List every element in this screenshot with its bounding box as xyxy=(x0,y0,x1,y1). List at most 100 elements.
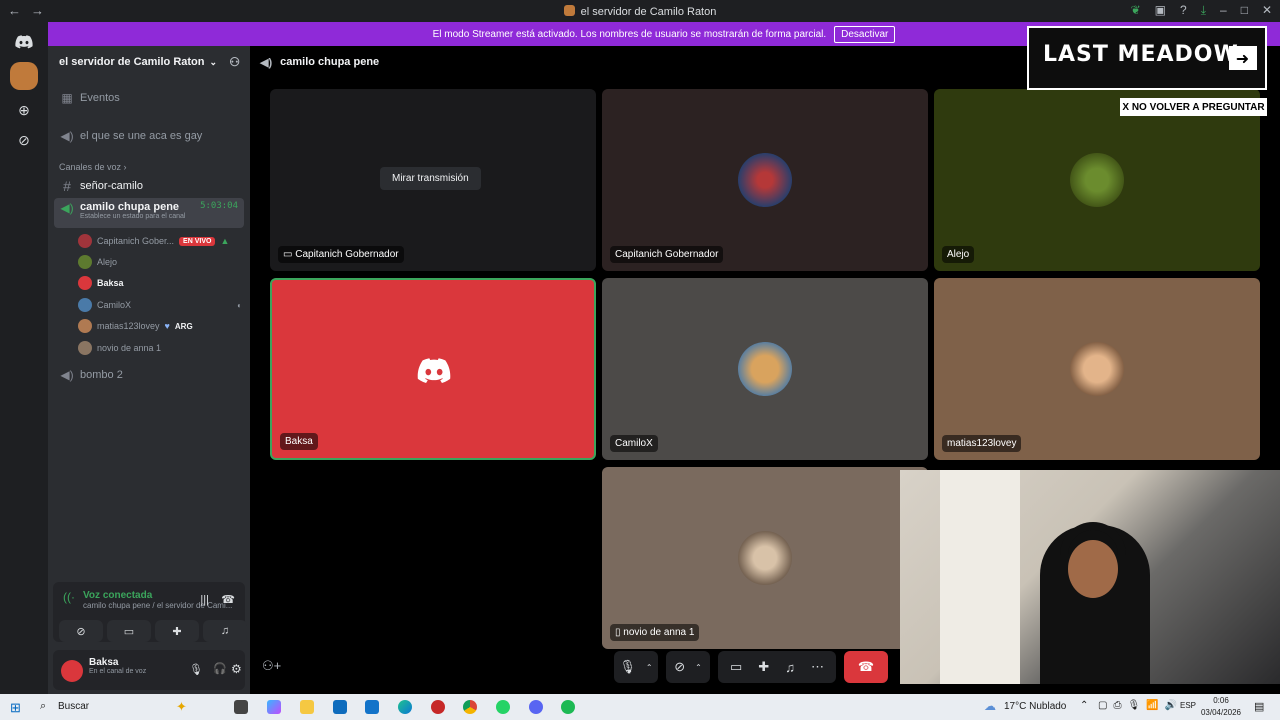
discover-icon[interactable]: ⊘ xyxy=(10,126,38,154)
leaf-icon[interactable]: ❦ xyxy=(1131,3,1141,18)
member-novio[interactable]: novio de anna 1 xyxy=(78,338,242,358)
channel-status[interactable]: Establece un estado para el canal xyxy=(80,213,244,220)
video-tile-capitanich[interactable]: Capitanich Gobernador xyxy=(602,89,928,271)
video-tile-camilox[interactable]: CamiloX xyxy=(602,278,928,460)
camera-toggle-button[interactable]: ⊘ ⌃ xyxy=(666,651,710,683)
calendar-icon: ▦ xyxy=(61,91,73,105)
settings-gear-icon[interactable]: ⚙ xyxy=(231,662,242,676)
weather-text[interactable]: 17°C Nublado xyxy=(1004,701,1066,712)
microphone-icon[interactable]: 🎙 xyxy=(189,663,203,676)
server-header[interactable]: el servidor de Camilo Raton ⌄ ⚇ xyxy=(48,46,250,78)
soundboard-icon[interactable]: ♫ xyxy=(785,660,795,675)
close-icon[interactable]: ✕ xyxy=(1262,3,1272,18)
avatar xyxy=(78,298,92,312)
file-explorer-icon[interactable] xyxy=(300,700,314,714)
user-avatar[interactable] xyxy=(61,660,83,682)
activities-button[interactable]: ✚ xyxy=(155,620,199,642)
taskbar-search[interactable]: Buscar xyxy=(58,701,89,712)
speaker-icon: ◀) xyxy=(60,129,74,143)
avatar xyxy=(1070,342,1124,396)
channel-voice-active[interactable]: ◀) camilo chupa pene 5:03:04 Establece u… xyxy=(54,198,244,228)
avatar xyxy=(78,276,92,290)
voice-status-title: Voz conectada xyxy=(83,590,153,601)
server-name: el servidor de Camilo Raton xyxy=(59,56,205,68)
video-tile-baksa[interactable]: Baksa xyxy=(270,278,596,460)
add-server-icon[interactable]: ⊕ xyxy=(10,96,38,124)
chrome-icon[interactable] xyxy=(463,700,477,714)
video-tile-alejo[interactable]: Alejo xyxy=(934,89,1260,271)
tray-icons[interactable]: ▢⎙🎙📶🔊 xyxy=(1098,700,1183,711)
clock[interactable]: 0:06 03/04/2026 xyxy=(1200,695,1242,719)
tile-label: matias123lovey xyxy=(942,435,1022,452)
ad-title: LAST MEADOW xyxy=(1043,42,1239,67)
tile-label: Baksa xyxy=(280,433,318,450)
disconnect-icon[interactable]: ☎ xyxy=(221,593,235,606)
discord-taskbar-icon[interactable] xyxy=(529,700,543,714)
server-icon xyxy=(563,5,575,16)
headphones-icon[interactable]: 🎧 xyxy=(213,662,227,675)
member-matias[interactable]: matias123lovey ♥ ARG xyxy=(78,316,242,336)
server-avatar[interactable] xyxy=(10,62,38,90)
leave-call-button[interactable]: ☎ xyxy=(843,651,888,683)
disable-streamer-button[interactable]: Desactivar xyxy=(834,25,896,43)
app-red-icon[interactable] xyxy=(431,700,445,714)
channel-label: señor-camilo xyxy=(80,180,143,192)
windows-start-icon[interactable]: ⊞ xyxy=(10,700,21,716)
user-panel: Baksa En el canal de voz 🎙 🎧 ⚙ xyxy=(53,650,245,690)
voice-status-subtitle[interactable]: camilo chupa pene / el servidor de Cami.… xyxy=(83,601,232,610)
dont-ask-again-button[interactable]: X NO VOLVER A PREGUNTAR xyxy=(1120,98,1267,116)
outlook-icon[interactable] xyxy=(365,700,379,714)
tray-chevron-icon[interactable]: ⌃ xyxy=(1080,700,1088,711)
channel-events[interactable]: ▦ Eventos xyxy=(54,84,244,112)
member-camilox[interactable]: CamiloX ◐ xyxy=(78,295,242,315)
discord-home-icon[interactable] xyxy=(10,28,38,56)
signal-icon[interactable]: ((· xyxy=(63,590,75,610)
member-alejo[interactable]: Alejo xyxy=(78,252,242,272)
headset-icon: ◐ xyxy=(237,300,242,310)
call-timer: 5:03:04 xyxy=(200,201,238,211)
avatar xyxy=(78,255,92,269)
search-icon: ⌕ xyxy=(40,700,47,712)
more-icon[interactable]: ⋯ xyxy=(811,659,824,675)
share-screen-button[interactable]: ▭ xyxy=(107,620,151,642)
camera-button[interactable]: ⊘ xyxy=(59,620,103,642)
video-tile-novio[interactable]: ▯ novio de anna 1 xyxy=(602,467,928,649)
channel-text-senor-camilo[interactable]: # señor-camilo xyxy=(54,172,244,200)
channel-voice-bombo[interactable]: ◀) bombo 2 xyxy=(54,361,244,389)
activities-icon[interactable]: ✚ xyxy=(758,659,769,675)
watch-stream-button[interactable]: Mirar transmisión xyxy=(380,167,481,190)
category-voice[interactable]: Canales de voz › xyxy=(59,162,127,172)
avatar xyxy=(78,341,92,355)
minimize-icon[interactable]: – xyxy=(1220,3,1227,18)
help-icon[interactable]: ? xyxy=(1180,3,1187,18)
noise-icon[interactable]: ||| xyxy=(200,594,209,606)
member-baksa[interactable]: Baksa xyxy=(78,273,242,293)
video-tile-matias[interactable]: matias123lovey xyxy=(934,278,1260,460)
maximize-icon[interactable]: □ xyxy=(1241,3,1248,18)
copilot-icon[interactable] xyxy=(267,700,281,714)
webcam-overlay xyxy=(900,470,1280,684)
mute-button[interactable]: 🎙 ⌃ xyxy=(614,651,658,683)
arrow-right-icon[interactable]: ➜ xyxy=(1229,46,1257,70)
whatsapp-icon[interactable] xyxy=(496,700,510,714)
member-capitanich[interactable]: Capitanich Gober... EN VIVO ▲ xyxy=(78,231,242,251)
spotify-icon[interactable] xyxy=(561,700,575,714)
download-icon[interactable]: ⤓ xyxy=(1201,3,1206,18)
channel-voice-gay[interactable]: ◀) el que se une aca es gay xyxy=(54,122,244,150)
clock-time: 0:06 xyxy=(1213,696,1229,705)
store-icon[interactable] xyxy=(333,700,347,714)
speaker-icon: ◀) xyxy=(260,57,273,69)
video-tile-stream[interactable]: Mirar transmisión ▭ Capitanich Gobernado… xyxy=(270,89,596,271)
notification-icon[interactable]: ▤ xyxy=(1254,700,1264,713)
language-indicator[interactable]: ESP xyxy=(1180,701,1196,710)
last-meadow-ad[interactable]: LAST MEADOW ➜ xyxy=(1027,26,1267,90)
copilot-sparkle-icon[interactable]: ✦ xyxy=(176,699,187,715)
user-name[interactable]: Baksa xyxy=(89,657,146,668)
task-view-icon[interactable] xyxy=(234,700,248,714)
edge-icon[interactable] xyxy=(398,700,412,714)
soundboard-button[interactable]: ♫ xyxy=(203,620,247,642)
share-screen-icon[interactable]: ▭ xyxy=(730,659,742,675)
invite-icon[interactable]: ⚇ xyxy=(229,55,240,69)
add-person-icon[interactable]: ⚇+ xyxy=(262,658,281,674)
inbox-icon[interactable]: ▣ xyxy=(1155,3,1166,18)
